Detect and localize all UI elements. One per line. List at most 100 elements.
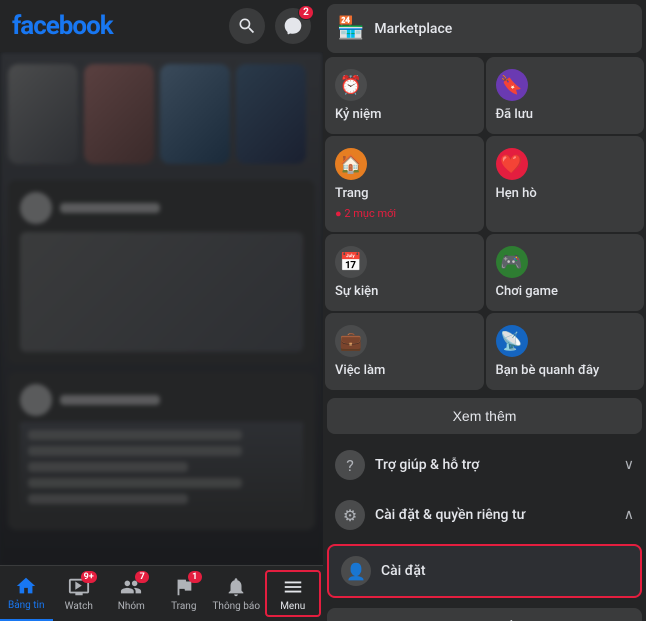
nav-item-bang-tin[interactable]: Bảng tin [0,566,53,621]
feed-area [0,52,323,565]
nhom-icon-container: 7 [119,575,143,599]
avatar [20,192,52,224]
text-line [28,462,188,472]
viec-lam-label: Việc làm [335,363,474,378]
menu-item-choi-game[interactable]: 🎮 Chơi game [486,234,645,311]
menu-item-da-luu[interactable]: 🔖 Đã lưu [486,57,645,134]
post-text [20,422,303,518]
nav-item-watch[interactable]: 9+ Watch [53,566,106,621]
post-card [8,180,315,364]
menu-item-trang[interactable]: 🏠 Trang ● 2 mục mới [325,136,484,232]
bell-icon [225,576,247,598]
choi-game-icon: 🎮 [496,246,528,278]
nav-label-thong-bao: Thông báo [212,601,260,612]
cai-dat-section-label: Cài đặt & quyền riêng tư [375,507,525,523]
tro-giup-left: ? Trợ giúp & hỗ trợ [335,450,479,480]
thong-bao-icon-container [224,575,248,599]
nav-label-bang-tin: Bảng tin [8,600,45,611]
story-card[interactable] [8,64,78,164]
story-card[interactable] [160,64,230,164]
text-line [28,446,242,456]
menu-item-ky-niem[interactable]: ⏰ Kỷ niệm [325,57,484,134]
messenger-icon [283,16,303,36]
settings-user-icon: 👤 [341,556,371,586]
settings-item[interactable]: 👤 Cài đặt [327,544,642,598]
choi-game-label: Chơi game [496,284,635,299]
search-icon [237,16,257,36]
menu-item-ban-be[interactable]: 📡 Bạn bè quanh đây [486,313,645,390]
viec-lam-icon: 💼 [335,325,367,357]
da-luu-label: Đã lưu [496,107,635,122]
text-line [28,494,188,504]
tro-giup-label: Trợ giúp & hỗ trợ [375,457,479,473]
nav-item-menu[interactable]: Menu [265,570,322,617]
left-panel: facebook 2 [0,0,323,621]
trang-sublabel: ● 2 mục mới [335,207,474,220]
su-kien-label: Sự kiện [335,284,474,299]
ky-niem-label: Kỷ niệm [335,107,474,122]
story-card[interactable] [84,64,154,164]
xem-them-button[interactable]: Xem thêm [327,398,642,434]
avatar-2 [20,384,52,416]
nav-label-watch: Watch [65,601,93,612]
avatar-row [20,192,303,224]
home-icon [15,575,37,597]
nav-label-trang: Trang [171,601,196,612]
marketplace-item[interactable]: 🏪 Marketplace [327,4,642,53]
su-kien-icon: 📅 [335,246,367,278]
nav-item-nhom[interactable]: 7 Nhóm [105,566,158,621]
menu-grid: ⏰ Kỷ niệm 🔖 Đã lưu 🏠 Trang ● 2 mục mới ❤… [323,55,646,392]
name-blur [60,203,160,213]
cai-dat-section-icon: ⚙ [335,500,365,530]
nav-label-nhom: Nhóm [118,601,145,612]
trang-icon-container: 1 [172,575,196,599]
trang-menu-label: Trang [335,186,474,201]
avatar-row-2 [20,384,303,416]
nav-item-thong-bao[interactable]: Thông báo [210,566,263,621]
header-icons: 2 [229,8,311,44]
watch-icon-container: 9+ [67,575,91,599]
post-content [20,232,303,352]
feed-blur [0,52,323,565]
name-blur-2 [60,395,160,405]
dangxuat-button[interactable]: Đăng xuất [327,608,642,621]
story-card[interactable] [236,64,306,164]
cai-dat-section[interactable]: ⚙ Cài đặt & quyền riêng tư ∧ [323,490,646,540]
left-bottom-nav: Bảng tin 9+ Watch 7 Nhóm 1 Trang [0,565,323,621]
home-icon-container [14,574,38,598]
text-line [28,478,242,488]
watch-badge: 9+ [81,571,97,583]
left-header: facebook 2 [0,0,323,52]
marketplace-label: Marketplace [374,21,452,37]
search-button[interactable] [229,8,265,44]
menu-item-su-kien[interactable]: 📅 Sự kiện [325,234,484,311]
story-row [0,56,323,172]
menu-item-hen-ho[interactable]: ❤️ Hẹn hò [486,136,645,232]
hen-ho-label: Hẹn hò [496,186,635,201]
ky-niem-icon: ⏰ [335,69,367,101]
menu-icon [282,576,304,598]
ban-be-icon: 📡 [496,325,528,357]
settings-label: Cài đặt [381,563,426,579]
tro-giup-section[interactable]: ? Trợ giúp & hỗ trợ ∨ [323,440,646,490]
trang-menu-icon: 🏠 [335,148,367,180]
messenger-badge: 2 [298,5,314,20]
nav-label-menu: Menu [280,601,305,612]
text-line [28,430,242,440]
da-luu-icon: 🔖 [496,69,528,101]
right-panel: 🏪 Marketplace ⏰ Kỷ niệm 🔖 Đã lưu 🏠 Trang… [323,0,646,621]
cai-dat-chevron: ∧ [624,507,634,523]
facebook-logo: facebook [12,11,113,41]
marketplace-icon: 🏪 [337,16,364,41]
tro-giup-icon: ? [335,450,365,480]
cai-dat-left: ⚙ Cài đặt & quyền riêng tư [335,500,525,530]
menu-item-viec-lam[interactable]: 💼 Việc làm [325,313,484,390]
tro-giup-chevron: ∨ [624,457,634,473]
trang-badge: 1 [188,571,202,583]
hen-ho-icon: ❤️ [496,148,528,180]
ban-be-label: Bạn bè quanh đây [496,363,635,378]
marketplace-row: 🏪 Marketplace [323,0,646,55]
nav-item-trang[interactable]: 1 Trang [158,566,211,621]
messenger-button[interactable]: 2 [275,8,311,44]
post-card-2 [8,372,315,530]
